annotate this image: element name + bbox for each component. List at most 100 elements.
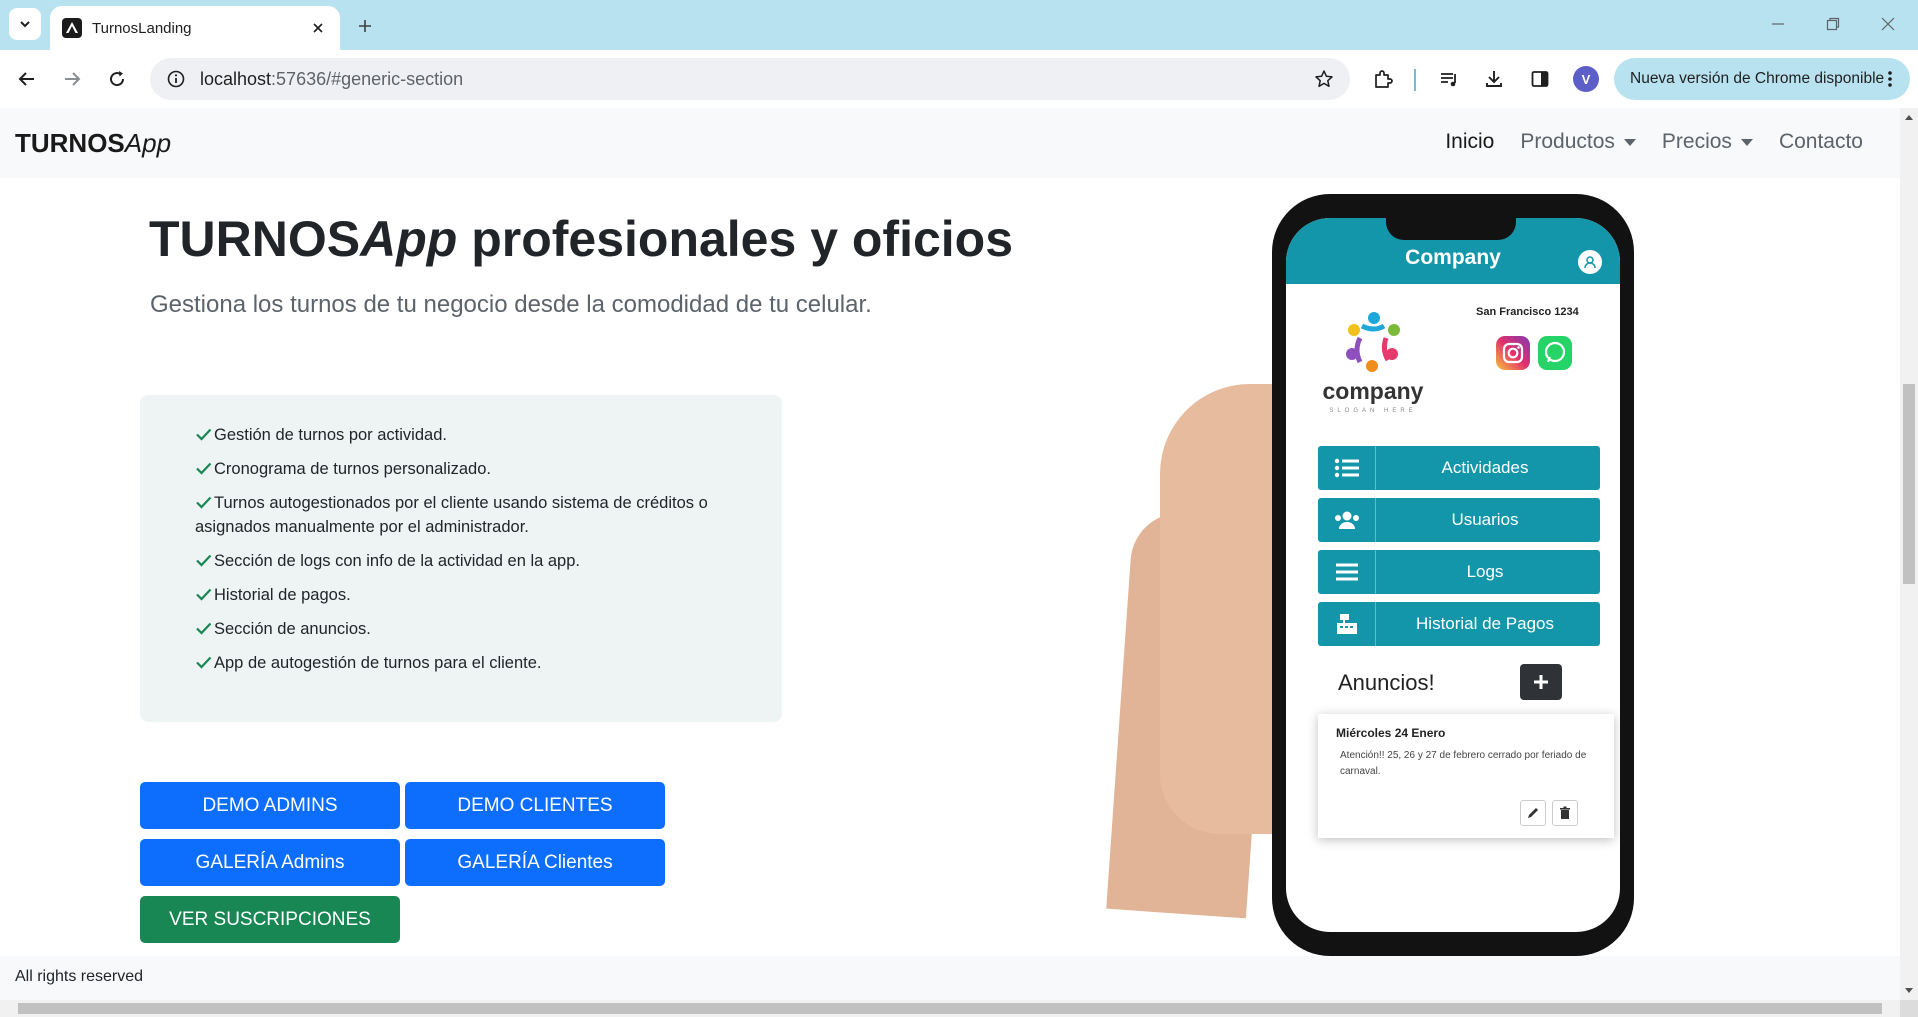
queue-music-icon (1441, 73, 1456, 87)
downloads-button[interactable] (1479, 64, 1509, 94)
horizontal-scrollbar[interactable] (0, 1000, 1900, 1017)
site-info-icon[interactable] (162, 65, 190, 93)
plus-icon (359, 20, 371, 32)
feature-item: Gestión de turnos por actividad. (195, 423, 735, 447)
phone-company-title: Company (1405, 246, 1501, 269)
phone-menu-historial: Historial de Pagos (1318, 602, 1600, 646)
ver-suscripciones-button[interactable]: VER SUSCRIPCIONES (140, 896, 400, 943)
minimize-button[interactable] (1766, 12, 1790, 36)
check-icon (196, 656, 212, 669)
bookmark-star-icon[interactable] (1312, 67, 1336, 91)
feature-item: App de autogestión de turnos para el cli… (195, 651, 735, 675)
reload-icon (110, 71, 125, 87)
company-logo-icon (1346, 312, 1400, 372)
galeria-admins-button[interactable]: GALERÍA Admins (140, 839, 400, 886)
company-logo-text: company (1322, 378, 1424, 404)
scroll-down-icon[interactable] (1904, 986, 1914, 996)
back-button[interactable] (12, 64, 42, 94)
media-control-button[interactable] (1434, 64, 1464, 94)
arrow-right-icon (65, 72, 81, 86)
nav-links: Inicio Productos Precios Contacto (1432, 130, 1876, 154)
feature-item: Sección de anuncios. (195, 617, 735, 641)
plus-icon (1520, 664, 1562, 700)
profile-avatar[interactable]: V (1573, 66, 1599, 92)
menu-lines-icon (1318, 550, 1376, 594)
tab-title: TurnosLanding (92, 19, 192, 37)
url-text: localhost:57636/#generic-section (200, 68, 464, 89)
check-icon (196, 428, 212, 441)
galeria-clientes-button[interactable]: GALERÍA Clientes (405, 839, 665, 886)
phone-menu-actividades: Actividades (1318, 446, 1600, 490)
nav-link-precios[interactable]: Precios (1649, 130, 1766, 154)
check-icon (196, 588, 212, 601)
more-vertical-icon[interactable] (1880, 68, 1900, 90)
features-box: Gestión de turnos por actividad. Cronogr… (140, 395, 782, 722)
nav-link-inicio[interactable]: Inicio (1432, 130, 1507, 154)
announcement-date: Miércoles 24 Enero (1336, 726, 1446, 740)
phone-menu-usuarios: Usuarios (1318, 498, 1600, 542)
nav-link-productos[interactable]: Productos (1507, 130, 1649, 154)
announcement-text: Atención!! 25, 26 y 27 de febrero cerrad… (1340, 750, 1587, 777)
extensions-button[interactable] (1368, 64, 1398, 94)
reload-button[interactable] (102, 64, 132, 94)
restore-button[interactable] (1821, 12, 1845, 36)
nav-link-contacto[interactable]: Contacto (1766, 130, 1876, 154)
toolbar-separator (1414, 69, 1416, 91)
phone-anuncios-title: Anuncios! (1338, 670, 1435, 695)
forward-button[interactable] (57, 64, 87, 94)
site-footer: All rights reserved (0, 956, 1900, 1000)
scroll-up-icon[interactable] (1904, 112, 1914, 122)
phone-screen: Company company SLOGAN HERE San Francisc… (1286, 218, 1620, 932)
caret-down-icon (1740, 138, 1753, 146)
whatsapp-icon (1538, 336, 1572, 370)
site-brand[interactable]: TURNOSApp (15, 128, 171, 159)
check-icon (196, 496, 212, 509)
side-panel-button[interactable] (1525, 64, 1555, 94)
users-icon (1318, 498, 1376, 542)
list-icon (1318, 446, 1376, 490)
address-bar[interactable]: localhost:57636/#generic-section (150, 58, 1350, 100)
browser-tab[interactable]: TurnosLanding (50, 6, 340, 50)
check-icon (196, 554, 212, 567)
minimize-icon (1772, 23, 1784, 25)
check-icon (196, 462, 212, 475)
demo-admins-button[interactable]: DEMO ADMINS (140, 782, 400, 829)
instagram-icon (1496, 336, 1530, 370)
user-icon (1578, 250, 1602, 274)
site-navbar: TURNOSApp Inicio Productos Precios Conta… (0, 108, 1900, 178)
footer-text: All rights reserved (15, 968, 144, 985)
side-panel-icon (1531, 71, 1549, 87)
check-icon (196, 622, 212, 635)
puzzle-icon (1375, 70, 1393, 88)
horizontal-scroll-thumb[interactable] (18, 1003, 1882, 1014)
restore-icon (1826, 17, 1840, 31)
feature-item: Turnos autogestionados por el cliente us… (195, 494, 708, 536)
company-address: San Francisco 1234 (1476, 306, 1579, 318)
vertical-scroll-thumb[interactable] (1903, 384, 1915, 584)
tab-search-button[interactable] (9, 8, 41, 40)
chrome-update-button[interactable]: Nueva versión de Chrome disponible (1614, 58, 1910, 100)
browser-toolbar: localhost:57636/#generic-section V Nueva… (0, 50, 1918, 108)
close-window-button[interactable] (1876, 12, 1900, 36)
page-viewport: TURNOSApp Inicio Productos Precios Conta… (0, 108, 1900, 1000)
caret-down-icon (1623, 138, 1636, 146)
vertical-scrollbar[interactable] (1900, 108, 1918, 1000)
trash-icon (1552, 800, 1578, 826)
chevron-down-icon (20, 21, 30, 28)
company-slogan: SLOGAN HERE (1329, 408, 1417, 414)
demo-clientes-button[interactable]: DEMO CLIENTES (405, 782, 665, 829)
phone-menu-logs: Logs (1318, 550, 1600, 594)
feature-item: Cronograma de turnos personalizado. (195, 457, 735, 481)
cash-register-icon (1318, 602, 1376, 646)
tab-close-icon[interactable] (308, 18, 328, 38)
browser-tabstrip: TurnosLanding (0, 0, 1918, 50)
feature-item: Sección de logs con info de la actividad… (195, 549, 735, 573)
arrow-left-icon (18, 72, 34, 86)
phone-device: Company company SLOGAN HERE San Francisc… (1272, 194, 1634, 956)
angular-favicon-icon (62, 18, 82, 38)
phone-mockup-image: Company company SLOGAN HERE San Francisc… (1106, 184, 1740, 956)
pencil-icon (1520, 800, 1546, 826)
hero-subtitle: Gestiona los turnos de tu negocio desde … (150, 291, 872, 318)
new-tab-button[interactable] (352, 13, 378, 39)
update-label: Nueva versión de Chrome disponible (1630, 70, 1885, 87)
